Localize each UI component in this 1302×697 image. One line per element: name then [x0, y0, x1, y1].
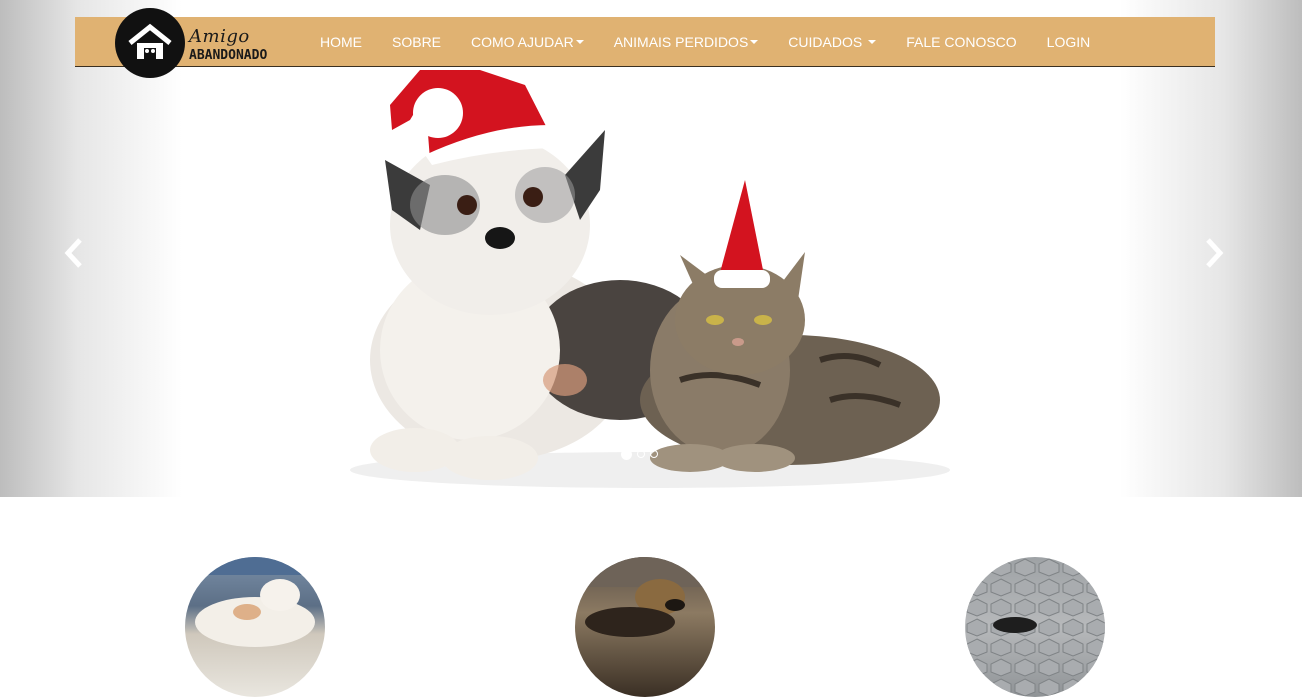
nav-item-home[interactable]: HOME — [305, 17, 377, 67]
nav-item-sobre[interactable]: SOBRE — [377, 17, 456, 67]
feature-image-black-dog[interactable] — [965, 557, 1105, 697]
brand-name-line2: ABANDONADO — [189, 48, 268, 63]
nav-item-login[interactable]: LOGIN — [1032, 17, 1106, 67]
caret-down-icon — [750, 40, 759, 44]
carousel-indicator-2[interactable] — [637, 450, 645, 458]
caret-down-icon — [575, 40, 584, 44]
carousel-prev-button[interactable] — [54, 228, 94, 278]
brand-name-line1: Amigo — [189, 26, 250, 47]
house-paw-icon — [115, 8, 185, 78]
nav-item-label: LOGIN — [1046, 34, 1091, 50]
carousel-indicator-3[interactable] — [650, 450, 658, 458]
caret-down-icon — [868, 40, 877, 44]
carousel-indicator-1[interactable] — [621, 449, 632, 460]
chevron-left-icon — [64, 238, 82, 268]
carousel-next-button[interactable] — [1194, 228, 1234, 278]
nav-item-label: ANIMAIS PERDIDOS — [613, 34, 749, 50]
nav-item-label: CUIDADOS — [788, 34, 863, 50]
nav-item-cuidados[interactable]: CUIDADOS — [773, 17, 891, 67]
nav-item-label: COMO AJUDAR — [471, 34, 574, 50]
nav-item-label: SOBRE — [392, 34, 442, 50]
main-navbar: Amigo ABANDONADO HOME SOBRE COMO AJUDAR … — [75, 8, 1215, 78]
brand-logo-link[interactable]: Amigo ABANDONADO — [115, 8, 275, 78]
feature-image-white-dog[interactable] — [185, 557, 325, 697]
carousel-indicators — [621, 449, 658, 460]
feature-image-brown-dog[interactable] — [575, 557, 715, 697]
nav-menu: HOME SOBRE COMO AJUDAR ANIMAIS PERDIDOS … — [305, 17, 1105, 67]
nav-item-animais-perdidos[interactable]: ANIMAIS PERDIDOS — [599, 17, 774, 67]
chevron-right-icon — [1206, 238, 1224, 268]
nav-item-label: FALE CONOSCO — [906, 34, 1017, 50]
nav-item-label: HOME — [320, 34, 362, 50]
nav-item-como-ajudar[interactable]: COMO AJUDAR — [456, 17, 599, 67]
nav-item-fale-conosco[interactable]: FALE CONOSCO — [891, 17, 1031, 67]
